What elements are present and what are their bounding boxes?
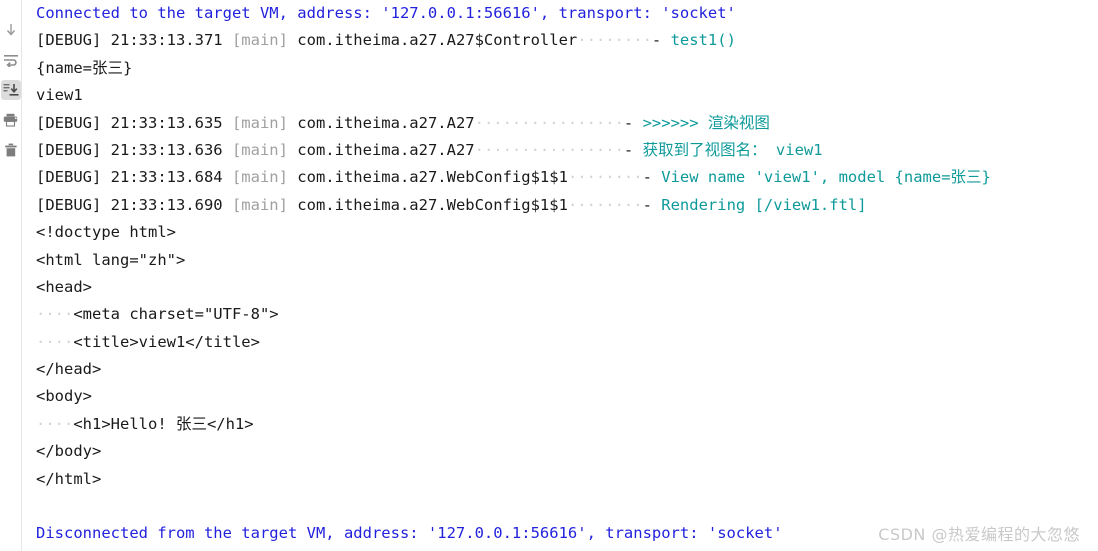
export-to-file-icon[interactable] (0, 80, 21, 100)
line-body-open-seg-0: <body> (36, 387, 92, 406)
line-meta-charset: ····<meta charset="UTF-8"> (36, 301, 1098, 328)
console-toolbar (0, 0, 22, 551)
line-debug-371-seg-0: [DEBUG] 21:33:13.371 (36, 31, 232, 50)
export-to-file-glyph (3, 84, 18, 96)
scroll-to-end-icon[interactable] (1, 20, 21, 40)
line-body-close: </body> (36, 438, 1098, 465)
line-debug-684-seg-5: View name 'view1', model {name=张三} (661, 168, 991, 187)
line-name-zhangsan-seg-0: {name=张三} (36, 58, 133, 77)
line-debug-684-seg-1: [main] (231, 168, 288, 187)
line-debug-371-seg-1: [main] (231, 31, 288, 50)
line-debug-635-seg-2: com.itheima.a27.A27 (287, 113, 475, 132)
line-debug-684-seg-3: ········ (567, 168, 643, 187)
line-debug-690-seg-4: - (642, 195, 662, 214)
line-debug-636-seg-2: com.itheima.a27.A27 (287, 140, 475, 159)
line-debug-690-seg-0: [DEBUG] 21:33:13.690 (36, 195, 232, 214)
line-connected-seg-0: Connected to the target VM, address: '12… (36, 4, 736, 22)
line-body-open: <body> (36, 383, 1098, 410)
line-head-close: </head> (36, 356, 1098, 383)
line-h1-hello-seg-1: <h1>Hello! 张三</h1> (73, 414, 254, 433)
line-debug-635-seg-1: [main] (231, 113, 288, 132)
line-view1: view1 (36, 82, 1098, 109)
line-debug-684-seg-0: [DEBUG] 21:33:13.684 (36, 168, 232, 187)
line-head-open-seg-0: <head> (36, 277, 92, 296)
line-debug-635-seg-5: >>>>>> 渲染视图 (642, 113, 770, 132)
line-debug-635: [DEBUG] 21:33:13.635 [main] com.itheima.… (36, 110, 1098, 137)
trash-glyph (4, 143, 17, 157)
line-debug-636-seg-3: ················ (474, 140, 624, 159)
line-title: ····<title>view1</title> (36, 329, 1098, 356)
line-name-zhangsan: {name=张三} (36, 55, 1098, 82)
line-html-open: <html lang="zh"> (36, 247, 1098, 274)
soft-wrap-icon[interactable] (1, 50, 21, 70)
line-h1-hello: ····<h1>Hello! 张三</h1> (36, 411, 1098, 438)
line-blank-seg-0 (36, 497, 45, 515)
line-disconnected-seg-0: Disconnected from the target VM, address… (36, 524, 783, 543)
line-debug-371: [DEBUG] 21:33:13.371 [main] com.itheima.… (36, 27, 1098, 54)
console-window: Connected to the target VM, address: '12… (0, 0, 1098, 551)
line-debug-690-seg-1: [main] (231, 195, 288, 214)
line-meta-charset-seg-0: ···· (36, 305, 74, 324)
line-debug-636-seg-4: - (623, 140, 643, 159)
line-blank (36, 493, 1098, 520)
line-view1-seg-0: view1 (36, 86, 83, 105)
line-debug-684-seg-4: - (642, 168, 662, 187)
print-glyph (3, 113, 17, 127)
line-debug-636: [DEBUG] 21:33:13.636 [main] com.itheima.… (36, 137, 1098, 164)
line-debug-636-seg-1: [main] (231, 140, 288, 159)
line-debug-635-seg-3: ················ (474, 113, 624, 132)
line-debug-371-seg-5: test1() (670, 31, 736, 50)
trash-icon[interactable] (1, 140, 21, 160)
line-debug-635-seg-0: [DEBUG] 21:33:13.635 (36, 113, 232, 132)
line-html-close: </html> (36, 466, 1098, 493)
line-debug-684-seg-2: com.itheima.a27.WebConfig$1$1 (287, 168, 568, 187)
line-debug-636-seg-0: [DEBUG] 21:33:13.636 (36, 140, 232, 159)
soft-wrap-glyph (3, 55, 18, 67)
line-doctype: <!doctype html> (36, 219, 1098, 246)
line-debug-635-seg-4: - (623, 113, 643, 132)
line-debug-371-seg-2: com.itheima.a27.A27$Controller (287, 31, 578, 50)
line-title-seg-0: ···· (36, 332, 74, 351)
line-debug-371-seg-3: ········ (577, 31, 652, 50)
print-icon[interactable] (1, 110, 21, 130)
csdn-watermark: CSDN @热爱编程的大忽悠 (878, 525, 1080, 544)
scroll-to-end-glyph (6, 24, 15, 36)
console-lines: Connected to the target VM, address: '12… (36, 0, 1098, 548)
line-debug-684: [DEBUG] 21:33:13.684 [main] com.itheima.… (36, 164, 1098, 191)
line-doctype-seg-0: <!doctype html> (36, 223, 176, 242)
line-title-seg-1: <title>view1</title> (73, 332, 260, 351)
line-html-open-seg-0: <html lang="zh"> (36, 250, 186, 269)
line-html-close-seg-0: </html> (36, 469, 102, 488)
line-debug-371-seg-4: - (651, 31, 671, 50)
line-body-close-seg-0: </body> (36, 442, 102, 461)
line-head-close-seg-0: </head> (36, 360, 102, 379)
line-connected: Connected to the target VM, address: '12… (36, 0, 1098, 27)
line-debug-690-seg-2: com.itheima.a27.WebConfig$1$1 (287, 195, 568, 214)
line-debug-690: [DEBUG] 21:33:13.690 [main] com.itheima.… (36, 192, 1098, 219)
line-h1-hello-seg-0: ···· (36, 414, 74, 433)
line-head-open: <head> (36, 274, 1098, 301)
console-output[interactable]: Connected to the target VM, address: '12… (22, 0, 1098, 551)
line-meta-charset-seg-1: <meta charset="UTF-8"> (73, 305, 279, 324)
line-debug-690-seg-5: Rendering [/view1.ftl] (661, 195, 867, 214)
line-debug-690-seg-3: ········ (567, 195, 643, 214)
line-debug-636-seg-5: 获取到了视图名： view1 (642, 140, 823, 159)
